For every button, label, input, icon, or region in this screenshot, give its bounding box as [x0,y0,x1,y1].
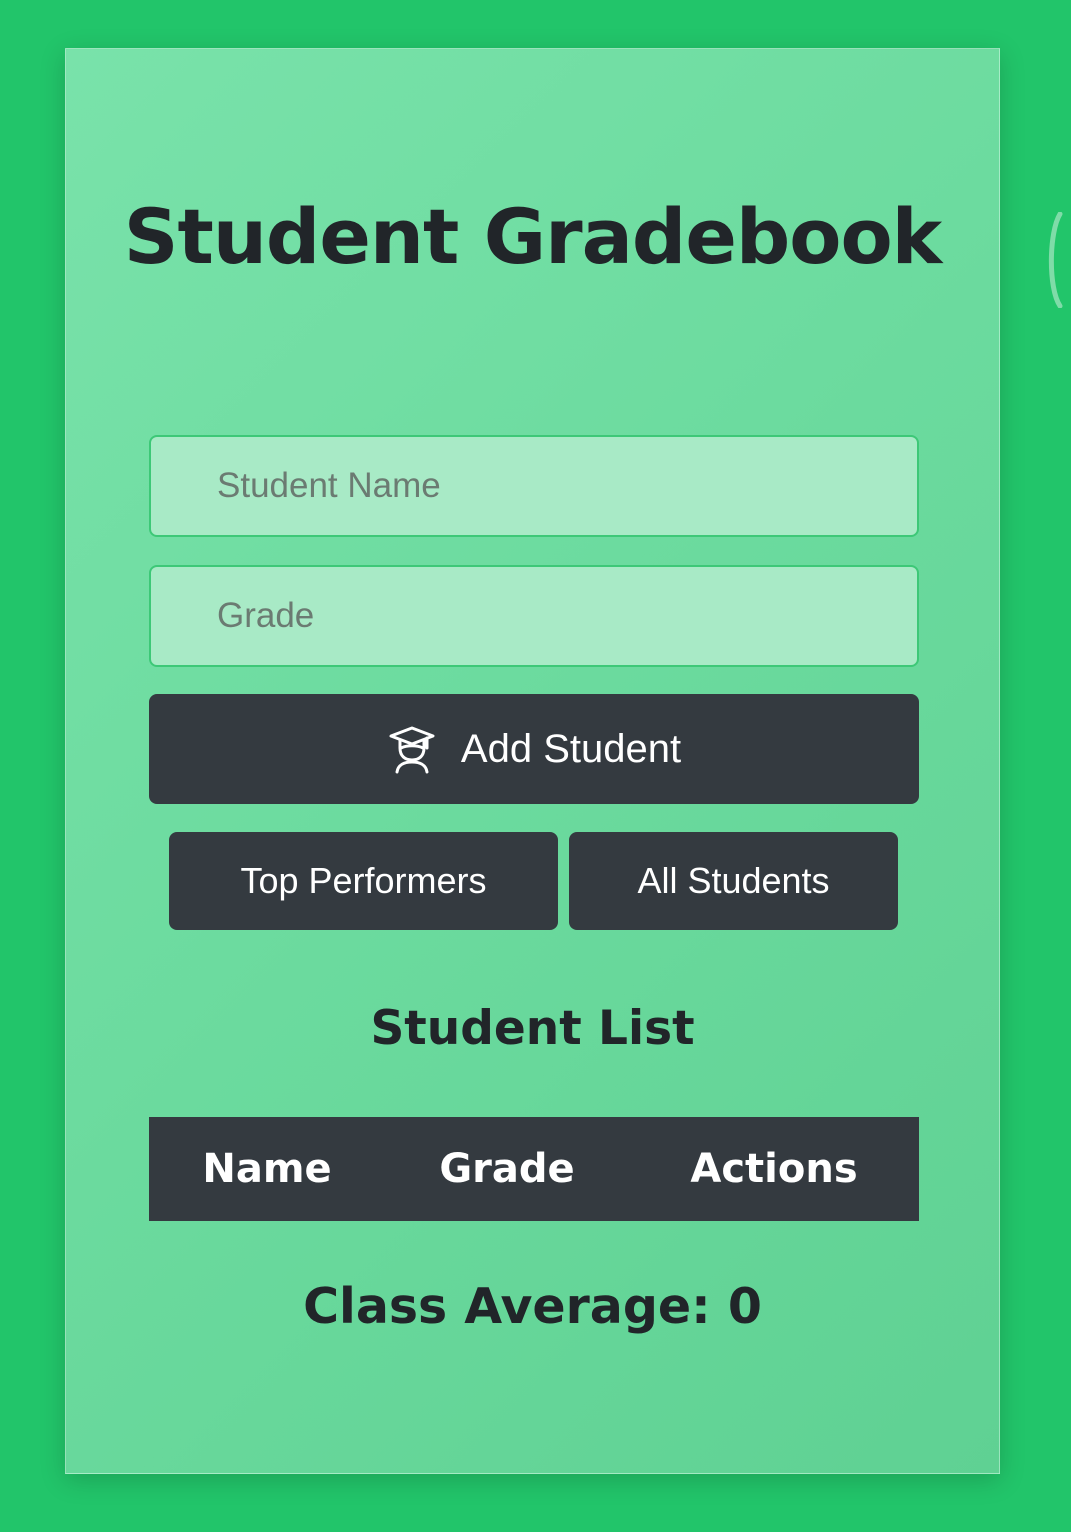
class-average: Class Average: 0 [303,1278,762,1335]
page-title: Student Gradebook [123,192,942,281]
add-student-button[interactable]: Add Student [149,694,919,804]
student-name-input[interactable] [149,435,919,537]
grade-input[interactable] [149,565,919,667]
top-performers-button[interactable]: Top Performers [169,832,558,930]
column-header-grade: Grade [439,1146,575,1192]
add-student-label: Add Student [460,726,682,771]
edge-handle-icon[interactable] [1044,211,1064,309]
student-list-heading: Student List [370,1001,695,1056]
student-table-header: Name Grade Actions [149,1117,919,1221]
column-header-actions: Actions [690,1146,858,1192]
column-header-name: Name [202,1146,332,1192]
all-students-button[interactable]: All Students [569,832,898,930]
gradebook-card: Student Gradebook Add Student Top Perfor… [65,48,1000,1474]
graduate-icon [387,724,437,774]
